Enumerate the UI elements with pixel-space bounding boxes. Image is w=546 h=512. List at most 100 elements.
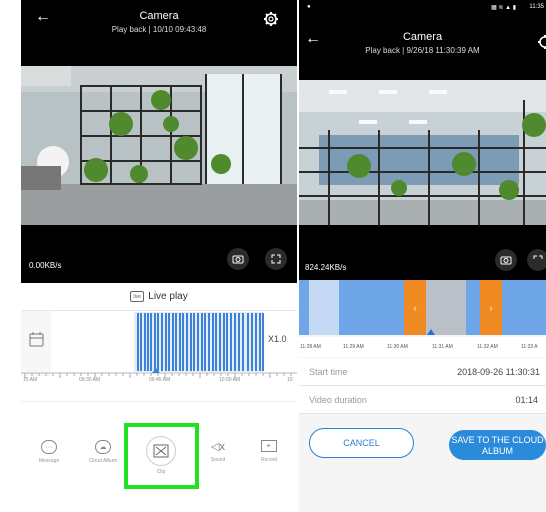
recording-segment [299, 280, 309, 335]
top-bar: ← Camera Play back | 10/10 09:43:48 [21, 0, 297, 66]
playback-subtitle: Play back | 10/10 09:43:48 [111, 25, 207, 34]
live-play-label: Live play [148, 291, 188, 302]
recording-bar [168, 313, 170, 371]
speaker-mute-icon: ◁x [211, 441, 225, 453]
recording-bar [165, 313, 167, 371]
fullscreen-icon [271, 254, 281, 264]
clip-highlight-box [124, 423, 199, 489]
recording-bar [147, 313, 149, 371]
tick-label: 09:45 AM [149, 377, 171, 383]
recording-bar [204, 313, 206, 371]
recording-bar [223, 313, 225, 371]
sound-button[interactable]: ◁x Sound [198, 440, 238, 463]
page-title: Camera [402, 31, 443, 43]
recording-bar [182, 313, 184, 371]
recording-bar [247, 313, 249, 371]
camera-video-frame[interactable] [21, 66, 297, 225]
status-time: 11:35 [529, 4, 544, 10]
tick-label: 10 [287, 377, 293, 383]
snapshot-button[interactable] [227, 248, 249, 270]
notification-icon: ● [307, 4, 311, 10]
recording-bar [262, 313, 264, 371]
recording-bar [140, 313, 142, 371]
cloud-icon: ☁ [95, 440, 111, 454]
duration-label: Video duration [309, 395, 367, 405]
time-label: 11:29 AM [343, 344, 364, 350]
gear-icon[interactable] [537, 34, 546, 50]
time-label: 11:31 AM [432, 344, 453, 350]
start-time-value: 2018-09-26 11:30:31 [457, 367, 540, 377]
recording-bar [154, 313, 156, 371]
chevron-left-icon: ‹ [413, 302, 417, 313]
cloud-album-label: Cloud Album [88, 458, 118, 464]
tick-label: 10:00 AM [219, 377, 241, 383]
recording-bar [179, 313, 181, 371]
calendar-icon[interactable] [27, 329, 47, 349]
cloud-album-button[interactable]: ☁ Cloud Album [78, 440, 128, 464]
timeline-graphic [21, 311, 297, 378]
playback-timeline[interactable]: 15 AM 09:30 AM 09:45 AM 10:00 AM 10 X1.0 [21, 311, 297, 401]
recording-bar [150, 313, 152, 371]
start-time-label: Start time [309, 367, 348, 377]
time-labels-row: 11:28 AM 11:29 AM 11:30 AM 11:31 AM 11:3… [299, 337, 546, 357]
live-icon: live [130, 291, 145, 302]
recording-segment [466, 280, 480, 335]
top-bar: ● ▦ ≋ ▲ ▮ 11:35 ← Camera Play back | 9/2… [299, 0, 546, 80]
recording-bar [157, 313, 159, 371]
recording-bar [186, 313, 188, 371]
recording-bar [219, 313, 221, 371]
cancel-button[interactable]: CANCEL [309, 428, 414, 458]
speed-readout: 0.00KB/s [29, 261, 62, 270]
playback-subtitle: Play back | 9/26/18 11:30:39 AM [365, 46, 480, 55]
recording-bar [251, 313, 253, 371]
recording-segment [502, 280, 546, 335]
time-label: 11:30 AM [387, 344, 408, 350]
fullscreen-button[interactable] [265, 248, 287, 270]
playhead-marker [427, 329, 435, 335]
recording-bar [193, 313, 195, 371]
recording-bar [172, 313, 174, 371]
gear-icon[interactable] [263, 11, 279, 27]
signal-battery-icon: ▦ ≋ ▲ ▮ [491, 5, 516, 11]
recording-bar [137, 313, 139, 371]
recording-bar [259, 313, 261, 371]
recording-bar [215, 313, 217, 371]
page-title: Camera [139, 10, 179, 22]
clip-selection-strip[interactable]: ‹ › [299, 280, 546, 335]
tick-label: 09:30 AM [79, 377, 101, 383]
recording-bar [226, 313, 228, 371]
left-phone-screen: ← Camera Play back | 10/10 09:43:48 0.00… [21, 0, 297, 486]
snapshot-button[interactable] [495, 249, 517, 271]
time-label: 11:32 AM [477, 344, 498, 350]
recording-segment [339, 280, 404, 335]
video-control-bar: 824.24KB/s [299, 225, 546, 280]
time-label: 11:28 AM [300, 344, 321, 350]
record-icon: ▸ [261, 440, 277, 452]
clip-start-handle[interactable]: ‹ [404, 280, 426, 335]
fullscreen-button[interactable] [527, 249, 546, 271]
recording-bar [201, 313, 203, 371]
zoom-level[interactable]: X1.0 [268, 334, 287, 344]
record-button[interactable]: ▸ Record [249, 440, 289, 463]
tick-label: 15 AM [23, 377, 38, 383]
live-play-button[interactable]: live Live play [21, 283, 297, 311]
camera-video-frame[interactable] [299, 80, 546, 225]
recording-bar [242, 313, 244, 371]
fullscreen-icon [533, 255, 543, 259]
recording-bar [208, 313, 210, 371]
status-bar: ● ▦ ≋ ▲ ▮ 11:35 [299, 0, 546, 18]
duration-value: 01:14 [515, 395, 538, 405]
recording-bar [144, 313, 146, 371]
recording-bar [234, 313, 236, 371]
right-phone-screen: ● ▦ ≋ ▲ ▮ 11:35 ← Camera Play back | 9/2… [299, 0, 546, 512]
selected-range [426, 280, 466, 335]
video-control-bar: 0.00KB/s [21, 225, 297, 283]
time-label: 11:33 A [521, 344, 538, 350]
recording-bar [238, 313, 240, 371]
message-button[interactable]: ··· Message [29, 440, 69, 464]
clip-end-handle[interactable]: › [480, 280, 502, 335]
recording-bar [230, 313, 232, 371]
recording-bar [255, 313, 257, 371]
save-to-cloud-button[interactable]: SAVE TO THE CLOUD ALBUM [449, 430, 546, 460]
duration-row: Video duration 01:14 [299, 386, 546, 414]
